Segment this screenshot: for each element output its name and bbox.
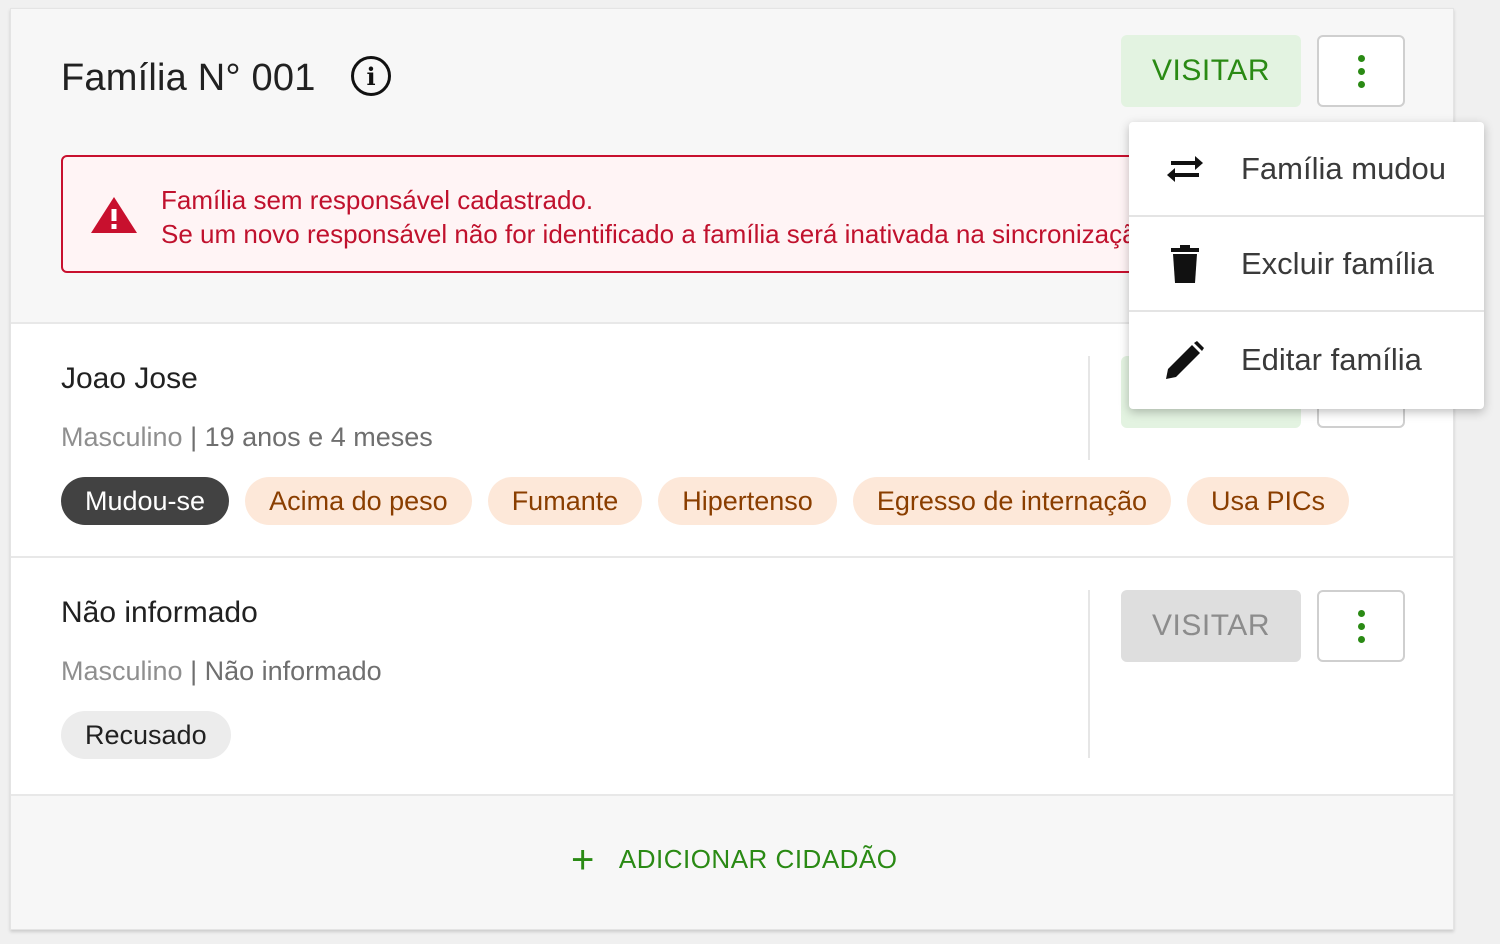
add-citizen-button[interactable]: + ADICIONAR CIDADÃO (571, 837, 898, 882)
family-options-menu: Família mudou Excluir família Editar fam… (1129, 122, 1484, 409)
menu-item-label: Editar família (1241, 341, 1422, 377)
member-gender: Masculino (61, 656, 183, 686)
alert-text: Família sem responsável cadastrado. Se u… (161, 183, 1158, 251)
member-meta: Masculino | 19 anos e 4 meses (61, 422, 433, 452)
alert-line-1: Família sem responsável cadastrado. (161, 185, 594, 215)
member-name: Não informado (61, 596, 258, 629)
member-age: Não informado (204, 656, 382, 686)
pencil-icon (1166, 340, 1204, 379)
info-icon[interactable]: i (351, 56, 391, 96)
member-tags: Mudou-se Acima do peso Fumante Hipertens… (61, 477, 1350, 525)
tag-mudou-se: Mudou-se (61, 477, 230, 525)
menu-item-label: Excluir família (1241, 245, 1434, 281)
more-vert-icon (1357, 54, 1365, 62)
member-more-options-button[interactable] (1317, 590, 1405, 662)
member-tags: Recusado (61, 711, 231, 759)
visit-member-button-disabled: VISITAR (1121, 590, 1301, 662)
tag-hipertenso: Hipertenso (658, 477, 837, 525)
more-vert-icon (1357, 609, 1365, 617)
alert-line-2: Se um novo responsável não for identific… (161, 219, 1159, 249)
plus-icon: + (571, 837, 595, 882)
menu-item-familia-mudou[interactable]: Família mudou (1129, 122, 1484, 217)
row-divider (1088, 356, 1090, 460)
add-citizen-label: ADICIONAR CIDADÃO (618, 844, 898, 874)
tag-recusado: Recusado (61, 711, 231, 759)
tag-egresso-de-internacao: Egresso de internação (852, 477, 1171, 525)
row-divider (1088, 590, 1090, 758)
menu-item-excluir-familia[interactable]: Excluir família (1129, 217, 1484, 312)
member-name: Joao Jose (61, 362, 198, 395)
member-row: Não informado Masculino | Não informado … (11, 556, 1453, 794)
add-citizen-section: + ADICIONAR CIDADÃO (11, 794, 1453, 929)
trash-icon (1171, 244, 1199, 283)
tag-fumante: Fumante (487, 477, 643, 525)
member-age: 19 anos e 4 meses (204, 422, 433, 452)
tag-acima-do-peso: Acima do peso (245, 477, 472, 525)
visit-family-button[interactable]: VISITAR (1121, 35, 1301, 107)
warning-icon (91, 197, 137, 233)
swap-icon (1167, 155, 1203, 182)
family-title: Família N° 001 (61, 57, 316, 99)
member-gender: Masculino (61, 422, 183, 452)
family-more-options-button[interactable] (1317, 35, 1405, 107)
member-meta: Masculino | Não informado (61, 656, 382, 686)
menu-item-editar-familia[interactable]: Editar família (1129, 312, 1484, 407)
tag-usa-pics: Usa PICs (1187, 477, 1350, 525)
menu-item-label: Família mudou (1241, 150, 1447, 186)
